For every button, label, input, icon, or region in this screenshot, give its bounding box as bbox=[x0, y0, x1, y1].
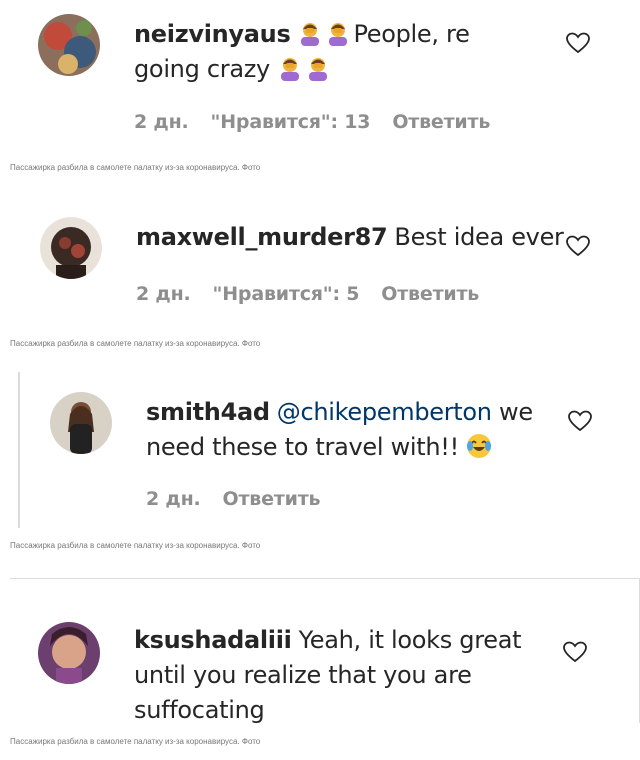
heart-outline-icon[interactable] bbox=[566, 32, 590, 54]
photo-caption: Пассажирка разбила в самолете палатку из… bbox=[10, 163, 261, 172]
divider bbox=[10, 578, 640, 579]
woman-facepalming-emoji bbox=[305, 55, 331, 81]
comment-text-line: Yeah, it looks great bbox=[298, 626, 522, 654]
avatar[interactable] bbox=[40, 217, 102, 279]
likes-count[interactable]: "Нравится": 5 bbox=[213, 283, 360, 305]
avatar[interactable] bbox=[50, 392, 112, 454]
username[interactable]: ksushadaliii bbox=[134, 626, 292, 654]
photo-caption: Пассажирка разбила в самолете палатку из… bbox=[10, 541, 261, 550]
woman-facepalming-emoji bbox=[297, 20, 323, 46]
comment-text: ksushadaliii Yeah, it looks great until y… bbox=[134, 623, 554, 728]
comment-3: smith4ad @chikepemberton we need these to… bbox=[0, 380, 640, 550]
comment-text: neizvinyaus People, re going crazy bbox=[134, 17, 514, 87]
crying-laughing-emoji bbox=[466, 433, 492, 459]
comment-text-line: until you realize that you are bbox=[134, 661, 472, 689]
comment-text-part: need these to travel with!! bbox=[146, 433, 459, 461]
comment-meta: 2 дн. "Нравится": 5 Ответить bbox=[136, 283, 501, 305]
photo-caption: Пассажирка разбила в самолете палатку из… bbox=[10, 737, 261, 746]
avatar[interactable] bbox=[38, 14, 100, 76]
heart-outline-icon[interactable] bbox=[568, 410, 592, 432]
photo-caption: Пассажирка разбила в самолете палатку из… bbox=[10, 339, 261, 348]
comment-meta: 2 дн. "Нравится": 13 Ответить bbox=[134, 111, 512, 133]
comment-2: maxwell_murder87 Best idea ever 2 дн. "Нра… bbox=[0, 200, 640, 350]
woman-facepalming-emoji bbox=[325, 20, 351, 46]
comment-age: 2 дн. bbox=[134, 111, 189, 133]
comment-age: 2 дн. bbox=[136, 283, 191, 305]
reply-button[interactable]: Ответить bbox=[223, 488, 321, 510]
comment-body: Best idea ever bbox=[394, 223, 564, 251]
comment-text: maxwell_murder87 Best idea ever bbox=[136, 220, 564, 255]
comment-text-line: suffocating bbox=[134, 696, 265, 724]
comment-text-part: People, re bbox=[353, 20, 470, 48]
reply-button[interactable]: Ответить bbox=[381, 283, 479, 305]
comment-text-part: going crazy bbox=[134, 55, 270, 83]
heart-outline-icon[interactable] bbox=[566, 235, 590, 257]
username[interactable]: maxwell_murder87 bbox=[136, 223, 388, 251]
mention-link[interactable]: @chikepemberton bbox=[277, 398, 492, 426]
likes-count[interactable]: "Нравится": 13 bbox=[211, 111, 371, 133]
comment-4: ksushadaliii Yeah, it looks great until y… bbox=[0, 580, 640, 760]
reply-button[interactable]: Ответить bbox=[392, 111, 490, 133]
comment-meta: 2 дн. Ответить bbox=[146, 488, 342, 510]
comment-text: smith4ad @chikepemberton we need these to… bbox=[146, 395, 546, 465]
username[interactable]: smith4ad bbox=[146, 398, 270, 426]
woman-facepalming-emoji bbox=[277, 55, 303, 81]
avatar[interactable] bbox=[38, 622, 100, 684]
username[interactable]: neizvinyaus bbox=[134, 20, 291, 48]
heart-outline-icon[interactable] bbox=[563, 641, 587, 663]
comment-text-part: we bbox=[499, 398, 533, 426]
comment-age: 2 дн. bbox=[146, 488, 201, 510]
comment-1: neizvinyaus People, re going crazy 2 дн. "… bbox=[0, 0, 640, 172]
